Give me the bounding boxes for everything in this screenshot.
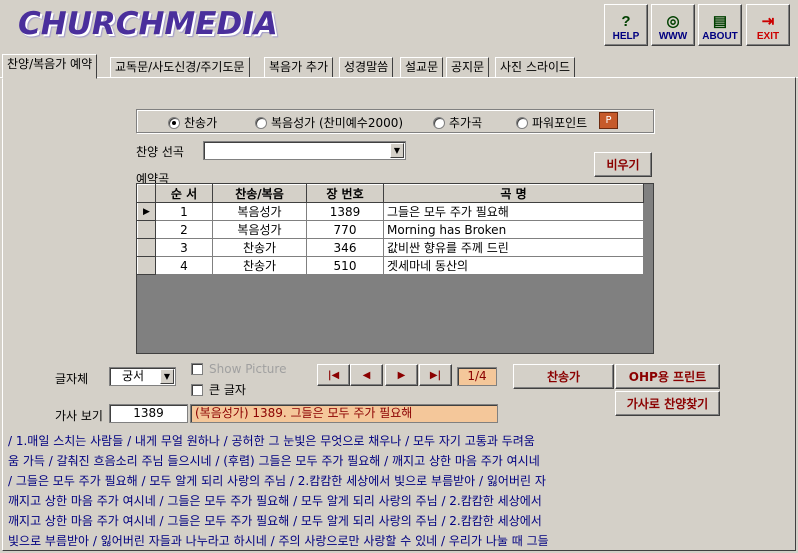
song-number-field[interactable]: 1389 bbox=[109, 404, 188, 423]
exit-button[interactable]: ⇥ EXIT bbox=[746, 4, 790, 46]
www-button[interactable]: ◎ WWW bbox=[651, 4, 695, 46]
show-picture-label: Show Picture bbox=[209, 362, 287, 376]
radio-hymn[interactable]: 찬송가 bbox=[168, 114, 217, 131]
radio-label: 찬송가 bbox=[184, 116, 218, 130]
lyrics-line: 움 가득 / 갈춰진 흐음소리 주님 들으시네 / (후렴) 그들은 모두 주가… bbox=[8, 454, 540, 468]
cell-number[interactable]: 770 bbox=[306, 220, 384, 239]
tab-scripture[interactable]: 성경말씀 bbox=[339, 57, 394, 77]
column-header[interactable]: 장 번호 bbox=[306, 184, 384, 203]
first-icon: |◀ bbox=[327, 369, 340, 381]
cell-number[interactable]: 346 bbox=[306, 238, 384, 257]
song-select-label: 찬양 선곡 bbox=[136, 145, 184, 159]
last-icon: ▶| bbox=[429, 369, 442, 381]
record-counter: 1/4 bbox=[457, 367, 497, 386]
radio-dot bbox=[168, 116, 180, 129]
big-text-checkbox[interactable]: 큰 글자 bbox=[191, 381, 246, 398]
prev-icon: ◀ bbox=[362, 369, 371, 381]
radio-label: 복음성가 (찬미예수2000) bbox=[271, 116, 404, 130]
lyrics-line: / 1.매일 스치는 사람들 / 내게 무얼 원하나 / 공허한 그 눈빛은 무… bbox=[8, 434, 535, 448]
help-icon: ? bbox=[621, 13, 631, 30]
table-row[interactable]: 2 복음성가 770 Morning has Broken bbox=[137, 220, 644, 239]
help-button[interactable]: ? HELP bbox=[604, 4, 648, 46]
radio-extra[interactable]: 추가곡 bbox=[433, 114, 482, 131]
cell-title[interactable]: 겟세마네 동산의 bbox=[383, 256, 644, 275]
font-label: 글자체 bbox=[55, 372, 89, 386]
radio-dot bbox=[516, 116, 528, 129]
cell-title[interactable]: Morning has Broken bbox=[383, 220, 644, 239]
cell-order[interactable]: 2 bbox=[155, 220, 213, 239]
about-button[interactable]: ▤ ABOUT bbox=[698, 4, 742, 46]
table-row[interactable]: 3 찬송가 346 값비싼 향유를 주께 드린 bbox=[137, 238, 644, 257]
radio-dot bbox=[433, 116, 445, 129]
find-by-lyrics-button[interactable]: 가사로 찬양찾기 bbox=[615, 391, 720, 416]
radio-label: 파워포인트 bbox=[532, 116, 588, 130]
globe-icon: ◎ bbox=[666, 13, 680, 30]
row-selector-header bbox=[137, 184, 156, 203]
tab-announcements[interactable]: 공지문 bbox=[446, 57, 490, 77]
tab-photo-slides[interactable]: 사진 스라이드 bbox=[495, 57, 576, 77]
tab-add-gospel[interactable]: 복음가 추가 bbox=[264, 57, 334, 77]
next-record-button[interactable]: ▶ bbox=[385, 364, 418, 386]
font-select[interactable]: 궁서 ▼ bbox=[109, 367, 176, 386]
cell-order[interactable]: 4 bbox=[155, 256, 213, 275]
cell-type[interactable]: 찬송가 bbox=[212, 256, 307, 275]
row-selector[interactable] bbox=[137, 256, 156, 275]
tab-responsive-reading[interactable]: 교독문/사도신경/주기도문 bbox=[110, 57, 250, 77]
chevron-down-icon[interactable]: ▼ bbox=[160, 369, 174, 384]
cell-title[interactable]: 그들은 모두 주가 필요해 bbox=[383, 202, 644, 221]
www-label: WWW bbox=[658, 31, 688, 42]
app-logo: CHURCHMEDIA bbox=[18, 6, 278, 42]
radio-powerpoint[interactable]: 파워포인트 bbox=[516, 114, 587, 131]
cell-title[interactable]: 값비싼 향유를 주께 드린 bbox=[383, 238, 644, 257]
lyrics-line: 빛으로 부름받아 / 잃어버린 자들과 나누라고 하시네 / 주의 사랑으로만 … bbox=[8, 534, 549, 548]
tab-praise-reservation[interactable]: 찬양/복음가 예약 bbox=[2, 54, 98, 79]
clear-button[interactable]: 비우기 bbox=[594, 152, 652, 177]
powerpoint-icon[interactable]: P bbox=[599, 112, 618, 129]
chevron-down-icon[interactable]: ▼ bbox=[390, 143, 404, 158]
about-label: ABOUT bbox=[702, 31, 738, 42]
show-picture-checkbox[interactable]: Show Picture bbox=[191, 362, 286, 376]
cell-type[interactable]: 복음성가 bbox=[212, 220, 307, 239]
lyrics-view-label: 가사 보기 bbox=[55, 409, 103, 423]
hymn-button[interactable]: 찬송가 bbox=[513, 364, 614, 389]
radio-gospel[interactable]: 복음성가 (찬미예수2000) bbox=[255, 114, 403, 131]
tab-sermon[interactable]: 설교문 bbox=[400, 57, 444, 77]
lyrics-line: 깨지고 상한 마음 주가 여시네 / 그들은 모두 주가 필요해 / 모두 알게… bbox=[8, 514, 542, 528]
reservation-grid[interactable]: 순 서 찬송/복음 장 번호 곡 명 ▶ 1 복음성가 1389 그들은 모두 … bbox=[136, 183, 654, 354]
song-title-field: (복음성가) 1389. 그들은 모두 주가 필요해 bbox=[190, 404, 498, 423]
column-header[interactable]: 순 서 bbox=[155, 184, 213, 203]
lyrics-line: 깨지고 상한 마음 주가 여시네 / 그들은 모두 주가 필요해 / 모두 알게… bbox=[8, 494, 542, 508]
song-select-dropdown[interactable]: ▼ bbox=[203, 141, 406, 160]
first-record-button[interactable]: |◀ bbox=[317, 364, 350, 386]
current-row-indicator-icon: ▶ bbox=[137, 202, 156, 221]
prev-record-button[interactable]: ◀ bbox=[350, 364, 383, 386]
column-header[interactable]: 곡 명 bbox=[383, 184, 644, 203]
font-value: 궁서 bbox=[122, 369, 145, 383]
cell-type[interactable]: 찬송가 bbox=[212, 238, 307, 257]
about-icon: ▤ bbox=[712, 13, 728, 30]
exit-icon: ⇥ bbox=[761, 13, 775, 30]
table-row[interactable]: ▶ 1 복음성가 1389 그들은 모두 주가 필요해 bbox=[137, 202, 644, 221]
ohp-print-button[interactable]: OHP용 프린트 bbox=[615, 364, 720, 389]
last-record-button[interactable]: ▶| bbox=[419, 364, 452, 386]
radio-dot bbox=[255, 116, 267, 129]
checkbox-box bbox=[191, 363, 203, 375]
help-label: HELP bbox=[612, 31, 640, 42]
lyrics-text: / 1.매일 스치는 사람들 / 내게 무얼 원하나 / 공허한 그 눈빛은 무… bbox=[8, 431, 698, 551]
big-text-label: 큰 글자 bbox=[209, 383, 246, 397]
cell-type[interactable]: 복음성가 bbox=[212, 202, 307, 221]
column-header[interactable]: 찬송/복음 bbox=[212, 184, 307, 203]
lyrics-line: / 그들은 모두 주가 필요해 / 모두 알게 되리 사랑의 주님 / 2.캄캄… bbox=[8, 474, 546, 488]
checkbox-box bbox=[191, 383, 203, 396]
table-row[interactable]: 4 찬송가 510 겟세마네 동산의 bbox=[137, 256, 644, 275]
cell-number[interactable]: 1389 bbox=[306, 202, 384, 221]
cell-order[interactable]: 3 bbox=[155, 238, 213, 257]
radio-label: 추가곡 bbox=[449, 116, 483, 130]
cell-number[interactable]: 510 bbox=[306, 256, 384, 275]
exit-label: EXIT bbox=[756, 31, 780, 42]
cell-order[interactable]: 1 bbox=[155, 202, 213, 221]
row-selector[interactable] bbox=[137, 220, 156, 239]
row-selector[interactable] bbox=[137, 238, 156, 257]
next-icon: ▶ bbox=[397, 369, 406, 381]
